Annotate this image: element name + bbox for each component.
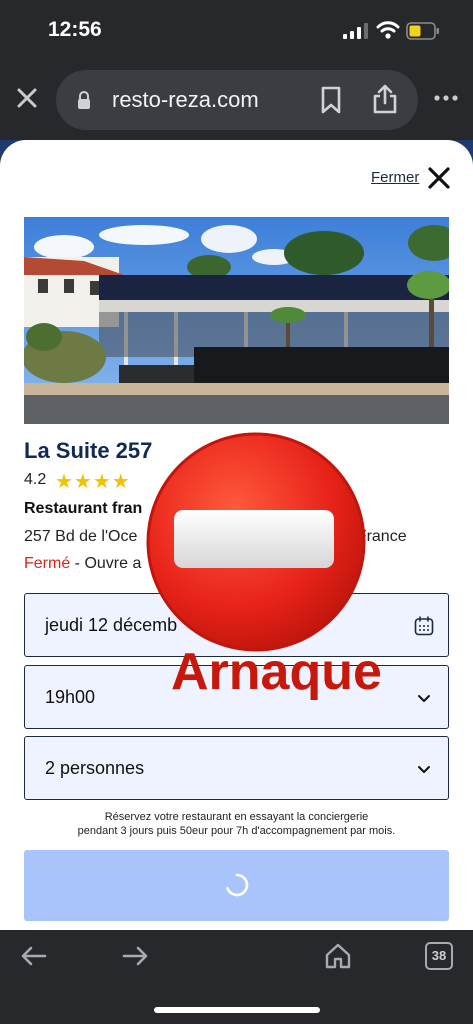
more-options-icon[interactable] bbox=[433, 90, 459, 106]
party-size-select[interactable]: 2 personnes bbox=[24, 736, 449, 800]
browser-bottom-bar: 38 bbox=[0, 930, 473, 1024]
forward-arrow-icon[interactable] bbox=[122, 946, 148, 966]
bookmark-icon[interactable] bbox=[320, 86, 342, 114]
disclaimer-text: Réservez votre restaurant en essayant la… bbox=[0, 810, 473, 838]
close-modal-link[interactable]: Fermer bbox=[371, 169, 419, 186]
chevron-down-icon bbox=[418, 766, 430, 773]
closed-label: Fermé bbox=[24, 555, 71, 572]
close-icon[interactable] bbox=[427, 166, 451, 190]
restaurant-photo bbox=[24, 217, 449, 424]
restaurant-type: Restaurant fran bbox=[24, 500, 143, 517]
restaurant-address: 257 Bd de l'Oce h, France bbox=[24, 528, 407, 546]
reserve-button[interactable] bbox=[24, 850, 449, 921]
url-text[interactable]: resto-reza.com bbox=[112, 87, 259, 113]
time-value: 19h00 bbox=[45, 687, 96, 707]
disclaimer-line-2: pendant 3 jours puis 50eur pour 7h d'acc… bbox=[77, 825, 396, 837]
address-bar[interactable]: resto-reza.com bbox=[56, 70, 418, 130]
opening-status: Fermé - Ouvre a bbox=[24, 555, 141, 573]
chevron-down-icon bbox=[418, 695, 430, 702]
share-icon[interactable] bbox=[372, 83, 398, 115]
home-indicator bbox=[154, 1007, 320, 1013]
calendar-icon bbox=[414, 616, 434, 636]
address-start: 257 Bd de l'Oce bbox=[24, 528, 138, 545]
party-size-value: 2 personnes bbox=[45, 758, 145, 778]
opening-hours-text: - Ouvre a bbox=[70, 555, 142, 572]
status-bar: 12:56 bbox=[0, 0, 473, 62]
browser-toolbar: resto-reza.com bbox=[0, 62, 473, 140]
status-time: 12:56 bbox=[48, 18, 102, 41]
star-rating: ★★★★ bbox=[55, 471, 131, 493]
wifi-icon bbox=[376, 21, 400, 39]
back-arrow-icon[interactable] bbox=[21, 946, 47, 966]
no-entry-sign-icon bbox=[146, 432, 366, 652]
tab-count-button[interactable]: 38 bbox=[425, 942, 453, 970]
close-icon[interactable] bbox=[13, 84, 41, 112]
rating-value: 4.2 bbox=[24, 471, 47, 488]
disclaimer-line-1: Réservez votre restaurant en essayant la… bbox=[104, 811, 369, 823]
loading-spinner-icon bbox=[226, 873, 249, 897]
battery-icon bbox=[406, 22, 439, 40]
scam-warning-label: Arnaque bbox=[171, 643, 382, 701]
home-icon[interactable] bbox=[324, 942, 352, 970]
cellular-signal-icon bbox=[343, 23, 368, 39]
restaurant-name: La Suite 257 bbox=[24, 438, 153, 463]
lock-icon bbox=[78, 91, 90, 109]
